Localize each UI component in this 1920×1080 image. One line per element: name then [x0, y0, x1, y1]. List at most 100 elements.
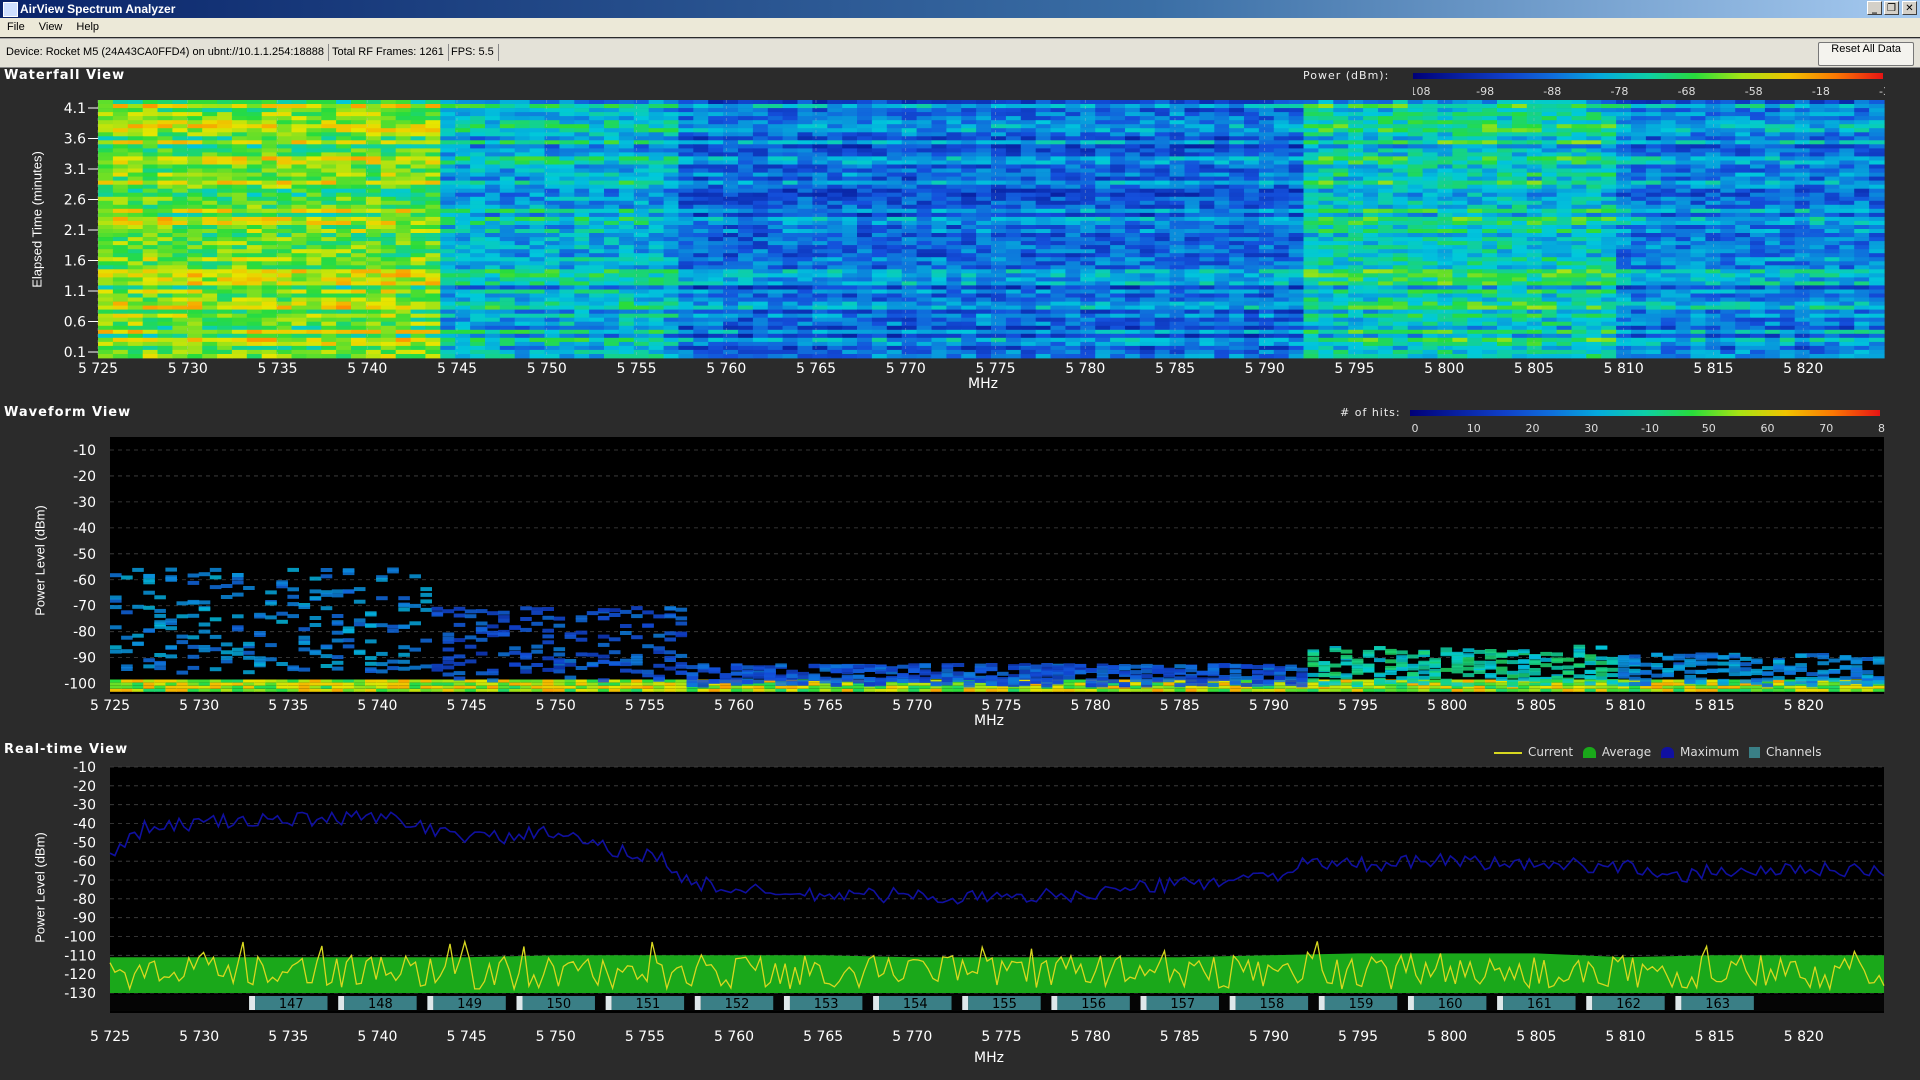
waterfall-cell — [708, 128, 724, 133]
waterfall-cell — [1690, 128, 1706, 133]
waterfall-cell — [1824, 237, 1840, 242]
waterfall-cell — [291, 241, 307, 246]
waterfall-cell — [618, 164, 635, 169]
waterfall-cell — [1750, 245, 1766, 250]
waterfall-cell — [231, 152, 248, 157]
waterfall-cell — [187, 200, 203, 206]
menu-file[interactable]: File — [0, 18, 32, 36]
waterfall-cell — [1690, 140, 1706, 145]
waterfall-cell — [187, 164, 203, 169]
waterfall-cell — [738, 249, 754, 254]
waterfall-cell — [1154, 100, 1171, 105]
waterfall-cell — [827, 120, 843, 125]
waterfall-cell — [127, 212, 144, 218]
waterfall-cell — [187, 140, 203, 145]
waterfall-cell — [514, 233, 531, 238]
waterfall-cell — [1735, 104, 1751, 109]
waterfall-cell — [574, 104, 590, 109]
waterfall-cell — [1378, 233, 1394, 238]
waterfall-cell — [1764, 148, 1781, 153]
waterfall-cell — [336, 241, 352, 246]
waterfall-cell — [1675, 180, 1692, 185]
waterfall-cell — [797, 196, 813, 202]
waterfall-cell — [1556, 100, 1573, 105]
waterfall-cell — [202, 160, 218, 165]
waterfall-cell — [1095, 184, 1111, 190]
waterfall-cell — [1229, 176, 1245, 181]
menu-view[interactable]: View — [32, 18, 70, 36]
waterfall-cell — [901, 168, 918, 173]
close-button[interactable]: ✕ — [1902, 1, 1917, 15]
waterfall-cell — [365, 200, 382, 206]
waterfall-cell — [1169, 144, 1186, 149]
waterfall-cell — [1303, 229, 1319, 234]
waterfall-cell — [1229, 237, 1245, 242]
waterfall-cell — [1824, 136, 1840, 141]
reset-all-data-button[interactable]: Reset All Data — [1818, 42, 1914, 66]
waterfall-cell — [1005, 204, 1022, 210]
waterfall-cell — [470, 249, 486, 254]
waterfall-cell — [1660, 148, 1677, 153]
waterfall-cell — [1392, 124, 1409, 129]
waterfall-cell — [618, 249, 635, 254]
waterfall-cell — [112, 253, 129, 258]
waterfall-cell — [1735, 120, 1751, 125]
waterfall-cell — [1631, 136, 1647, 141]
waterfall-cell — [812, 152, 828, 157]
waterfall-cell — [738, 196, 754, 202]
waterfall-cell — [529, 208, 546, 214]
waterfall-cell — [276, 176, 293, 181]
waterfall-cell — [1095, 108, 1111, 113]
waterfall-cell — [663, 176, 680, 181]
waterfall-cell — [1482, 245, 1498, 250]
maximize-button[interactable]: ❐ — [1884, 1, 1899, 15]
waterfall-cell — [738, 104, 754, 109]
waterfall-cell — [112, 140, 129, 145]
waterfall-cell — [142, 253, 159, 258]
waterfall-cell — [321, 257, 337, 262]
waterfall-cell — [231, 241, 248, 246]
waterfall-cell — [663, 261, 680, 266]
waterfall-cell — [1690, 229, 1706, 234]
waterfall-cell — [901, 257, 918, 262]
waterfall-cell — [1735, 180, 1751, 185]
waterfall-cell — [1660, 128, 1677, 133]
waterfall-cell — [1705, 253, 1721, 258]
waterfall-cell — [946, 196, 962, 202]
waterfall-cell — [946, 100, 962, 105]
waterfall-cell — [1452, 257, 1468, 262]
waterfall-cell — [857, 196, 873, 202]
waterfall-cell — [1125, 176, 1141, 181]
waterfall-cell — [1050, 220, 1066, 226]
waterfall-cell — [708, 108, 724, 113]
waterfall-cell — [1556, 152, 1573, 157]
waterfall-cell — [172, 192, 188, 198]
waterfall-cell — [1333, 245, 1349, 250]
waterfall-cell — [202, 237, 218, 242]
waterfall-cell — [485, 220, 501, 226]
waterfall-cell — [514, 108, 531, 113]
waterfall-cell — [1020, 241, 1037, 246]
waterfall-cell — [1571, 220, 1587, 226]
waterfall-cell — [1779, 253, 1796, 258]
waterfall-cell — [157, 196, 173, 202]
waterfall-cell — [1139, 204, 1156, 210]
menu-help[interactable]: Help — [69, 18, 106, 36]
waterfall-cell — [1288, 196, 1305, 202]
waterfall-cell — [1110, 188, 1126, 194]
waterfall-cell — [961, 100, 977, 105]
waterfall-cell — [559, 136, 575, 141]
waterfall-cell — [797, 208, 813, 214]
waterfall-cell — [1511, 136, 1528, 141]
waterfall-cell — [380, 241, 397, 246]
minimize-button[interactable]: _ — [1867, 1, 1882, 15]
waterfall-cell — [678, 104, 694, 109]
waterfall-cell — [1229, 192, 1245, 198]
waterfall-cell — [767, 180, 784, 185]
waterfall-cell — [1541, 104, 1558, 109]
waterfall-cell — [217, 241, 233, 246]
waterfall-cell — [1125, 140, 1141, 145]
waterfall-cell — [1824, 245, 1840, 250]
waterfall-cell — [1050, 100, 1066, 105]
waterfall-cell — [1199, 112, 1215, 117]
